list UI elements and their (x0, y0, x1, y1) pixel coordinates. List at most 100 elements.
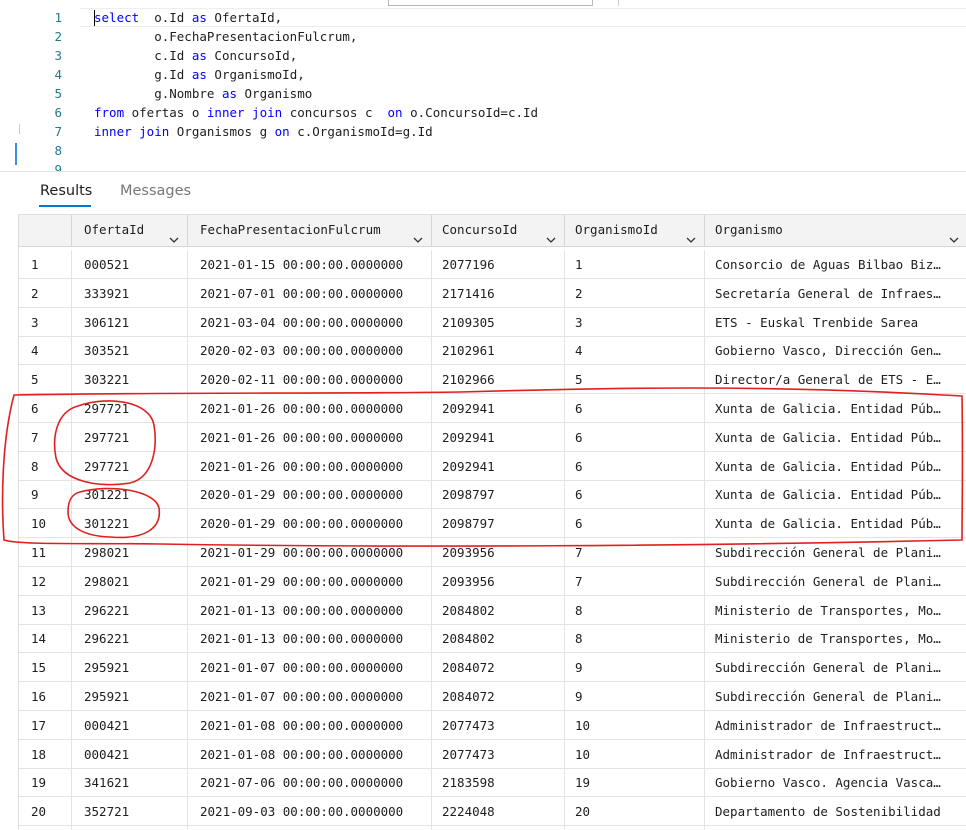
row-number[interactable]: 3 (19, 307, 72, 336)
cell-organismo[interactable]: ETS - Euskal Trenbide Sarea (705, 308, 966, 336)
cell-fecha[interactable]: 2020-01-29 00:00:00.0000000 (188, 509, 432, 538)
row-number[interactable]: 15 (19, 653, 72, 682)
cell-fecha[interactable]: 2021-01-26 00:00:00.0000000 (188, 422, 432, 451)
cell-organismoid[interactable]: 1 (565, 250, 705, 278)
cell-organismo[interactable]: Administrador de Infraestructuras (705, 740, 966, 768)
table-row[interactable]: 15 295921 2021-01-07 00:00:00.0000000 20840… (19, 653, 966, 683)
column-header-fechapresentacionfulcrum[interactable]: FechaPresentacionFulcrum (188, 215, 432, 247)
cell-organismoid[interactable]: 6 (565, 451, 705, 480)
table-row[interactable]: 8 297721 2021-01-26 00:00:00.0000000 209294… (19, 451, 966, 481)
table-row[interactable]: 4 303521 2020-02-03 00:00:00.0000000 210296… (19, 336, 966, 366)
cell-fecha[interactable]: 2021-01-08 00:00:00.0000000 (188, 739, 432, 768)
cell-fecha[interactable]: 2021-01-13 00:00:00.0000000 (188, 595, 432, 624)
row-number[interactable]: 6 (19, 394, 72, 422)
cell-organismo[interactable]: Subdirección General de Planificación (705, 653, 966, 681)
row-number[interactable]: 17 (19, 710, 72, 739)
row-number[interactable]: 21 (19, 826, 72, 830)
row-number[interactable]: 16 (19, 682, 72, 710)
table-row[interactable]: 1 000521 2021-01-15 00:00:00.0000000 207719… (19, 250, 966, 279)
cell-organismo[interactable]: Ministerio de Transportes, Movilidad (705, 624, 966, 652)
tab-messages[interactable]: Messages (120, 183, 191, 199)
cell-concursoid[interactable]: 2102966 (432, 365, 565, 394)
cell-organismoid[interactable]: 7 (565, 566, 705, 595)
cell-organismoid[interactable]: 10 (565, 710, 705, 739)
column-header-organismo[interactable]: Organismo (705, 215, 966, 247)
cell-organismoid[interactable]: 6 (565, 394, 705, 422)
cell-organismoid[interactable]: 2 (565, 278, 705, 307)
cell-concursoid[interactable]: 2077196 (432, 250, 565, 278)
code-line[interactable]: 9 (0, 160, 966, 171)
code-line[interactable]: 2 o.FechaPresentacionFulcrum, (0, 27, 966, 46)
cell-organismoid[interactable]: 7 (565, 538, 705, 566)
chevron-down-icon[interactable] (413, 226, 423, 243)
cell-ofertaid[interactable]: 297721 (72, 451, 188, 480)
cell-fecha[interactable]: 2021-01-08 00:00:00.0000000 (188, 710, 432, 739)
cell-ofertaid[interactable]: 297721 (72, 394, 188, 422)
cell-ofertaid[interactable]: 301221 (72, 480, 188, 509)
row-number[interactable]: 4 (19, 336, 72, 365)
table-row[interactable]: 20 352721 2021-09-03 00:00:00.0000000 22240… (19, 797, 966, 827)
cell-ofertaid[interactable]: 295921 (72, 682, 188, 710)
cell-concursoid[interactable] (432, 826, 565, 830)
cell-organismo[interactable]: Gobierno Vasco, Dirección General (705, 336, 966, 364)
cell-fecha[interactable]: 2021-01-07 00:00:00.0000000 (188, 653, 432, 682)
cell-ofertaid[interactable]: 303221 (72, 365, 188, 394)
cell-concursoid[interactable]: 2084072 (432, 682, 565, 710)
cell-fecha[interactable]: 2021-01-26 00:00:00.0000000 (188, 451, 432, 480)
cell-organismo[interactable]: Xunta de Galicia. Entidad Pública (705, 452, 966, 480)
cell-organismo[interactable]: Departamento de Sostenibilidad (705, 797, 966, 825)
cell-fecha[interactable]: 2021-07-06 00:00:00.0000000 (188, 768, 432, 797)
cell-ofertaid[interactable] (72, 826, 188, 830)
table-row[interactable]: 17 000421 2021-01-08 00:00:00.0000000 20774… (19, 710, 966, 740)
cell-ofertaid[interactable]: 297721 (72, 422, 188, 451)
cell-ofertaid[interactable]: 000421 (72, 710, 188, 739)
cell-concursoid[interactable]: 2077473 (432, 710, 565, 739)
cell-organismoid[interactable]: 9 (565, 653, 705, 682)
table-row[interactable]: 3 306121 2021-03-04 00:00:00.0000000 210930… (19, 307, 966, 337)
cell-ofertaid[interactable]: 341621 (72, 768, 188, 797)
row-number[interactable]: 5 (19, 365, 72, 394)
cell-organismo[interactable]: Xunta de Galicia. Entidad Pública (705, 480, 966, 508)
table-row[interactable]: 9 301221 2020-01-29 00:00:00.0000000 209879… (19, 480, 966, 510)
cell-concursoid[interactable]: 2098797 (432, 509, 565, 538)
row-number[interactable]: 9 (19, 480, 72, 509)
cell-fecha[interactable]: 2021-01-29 00:00:00.0000000 (188, 538, 432, 566)
code-line[interactable]: 7 inner join Organismos g on c.OrganismoI… (0, 122, 966, 141)
cell-ofertaid[interactable]: 301221 (72, 509, 188, 538)
cell-concursoid[interactable]: 2098797 (432, 480, 565, 509)
row-number[interactable]: 14 (19, 624, 72, 653)
cell-ofertaid[interactable]: 295921 (72, 653, 188, 682)
column-header-concursoid[interactable]: ConcursoId (432, 215, 565, 247)
cell-organismoid[interactable]: 3 (565, 307, 705, 336)
cell-ofertaid[interactable]: 000521 (72, 250, 188, 278)
cell-fecha[interactable]: 2021-01-15 00:00:00.0000000 (188, 250, 432, 278)
code-line[interactable]: 4 g.Id as OrganismoId, (0, 65, 966, 84)
cell-organismo[interactable]: Secretaría General de Infraestructuras (705, 279, 966, 307)
cell-organismoid[interactable] (565, 826, 705, 830)
cell-concursoid[interactable]: 2084802 (432, 595, 565, 624)
cell-concursoid[interactable]: 2109305 (432, 307, 565, 336)
cell-concursoid[interactable]: 2092941 (432, 451, 565, 480)
table-row[interactable]: 10 301221 2020-01-29 00:00:00.0000000 20987… (19, 509, 966, 539)
cell-concursoid[interactable]: 2092941 (432, 422, 565, 451)
row-number[interactable]: 8 (19, 451, 72, 480)
cell-fecha[interactable]: 2021-01-26 00:00:00.0000000 (188, 394, 432, 422)
cell-ofertaid[interactable]: 298021 (72, 566, 188, 595)
cell-ofertaid[interactable]: 352721 (72, 797, 188, 826)
table-row[interactable]: 7 297721 2021-01-26 00:00:00.0000000 209294… (19, 422, 966, 452)
cell-organismo[interactable]: Gobierno Vasco. Agencia Vasca del Agua (705, 768, 966, 796)
code-line[interactable]: 6 from ofertas o inner join concursos c o… (0, 103, 966, 122)
cell-organismoid[interactable]: 20 (565, 797, 705, 826)
cell-organismoid[interactable]: 8 (565, 624, 705, 653)
cell-organismoid[interactable]: 5 (565, 365, 705, 394)
results-grid[interactable]: OfertaId FechaPresentacionFulcrum Concurso… (18, 214, 966, 830)
cell-organismo[interactable]: Subdirección General de Planificación (705, 682, 966, 710)
cell-organismoid[interactable]: 6 (565, 480, 705, 509)
code-line[interactable]: 8 (0, 141, 966, 160)
cell-organismoid[interactable]: 8 (565, 595, 705, 624)
cell-fecha[interactable]: 2020-01-29 00:00:00.0000000 (188, 480, 432, 509)
code-line[interactable]: 5 g.Nombre as Organismo (0, 84, 966, 103)
table-row[interactable]: 18 000421 2021-01-08 00:00:00.0000000 20774… (19, 739, 966, 769)
cell-concursoid[interactable]: 2183598 (432, 768, 565, 797)
table-row[interactable]: 21 (19, 826, 966, 830)
